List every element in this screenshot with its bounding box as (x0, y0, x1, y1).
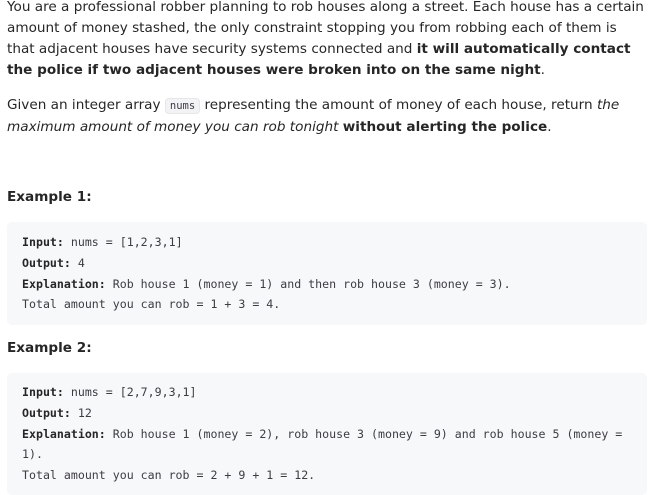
example-2-block: Input: nums = [2,7,9,3,1] Output: 12 Exp… (7, 373, 647, 495)
example-explanation-continued: Total amount you can rob = 2 + 9 + 1 = 1… (22, 468, 316, 483)
explanation-value: Rob house 1 (money = 1) and then rob hou… (105, 276, 511, 291)
input-value: nums = [1,2,3,1] (63, 235, 183, 249)
input-label: Input: (22, 385, 64, 399)
output-value: 4 (70, 255, 85, 270)
description-emphasis: without alerting the police (342, 119, 548, 135)
input-value: nums = [2,7,9,3,1] (63, 385, 197, 399)
inline-code: nums (164, 98, 201, 114)
description-text: . (540, 62, 545, 78)
example-explanation-continued: Total amount you can rob = 1 + 3 = 4. (22, 297, 281, 312)
example-input-line: Input: nums = [1,2,3,1] (22, 232, 647, 253)
description-text: representing the amount of money of each… (200, 97, 597, 113)
example-1-title: Example 1: (7, 189, 92, 205)
description-paragraph-1: You are a professional robber planning t… (7, 0, 647, 81)
explanation-label: Explanation: (22, 426, 106, 441)
description-paragraph-2: Given an integer array nums representing… (7, 95, 647, 138)
output-label: Output: (22, 405, 71, 420)
input-label: Input: (22, 235, 64, 249)
example-output-line: Output: 4 (22, 253, 647, 274)
output-value: 12 (70, 405, 92, 420)
output-label: Output: (22, 255, 71, 270)
explanation-value: Rob house 1 (money = 2), rob house 3 (mo… (22, 426, 630, 462)
example-1-block: Input: nums = [1,2,3,1] Output: 4 Explan… (7, 222, 647, 325)
explanation-label: Explanation: (22, 276, 106, 291)
example-output-line: Output: 12 (22, 403, 647, 424)
example-input-line: Input: nums = [2,7,9,3,1] (22, 382, 647, 403)
description-text: . (547, 119, 552, 135)
description-text: Given an integer array (7, 97, 165, 113)
example-2-title: Example 2: (7, 340, 92, 356)
problem-description: You are a professional robber planning t… (7, 0, 647, 495)
example-explanation-line: Explanation: Rob house 1 (money = 1) and… (22, 274, 647, 295)
example-explanation-line: Explanation: Rob house 1 (money = 2), ro… (22, 424, 632, 466)
